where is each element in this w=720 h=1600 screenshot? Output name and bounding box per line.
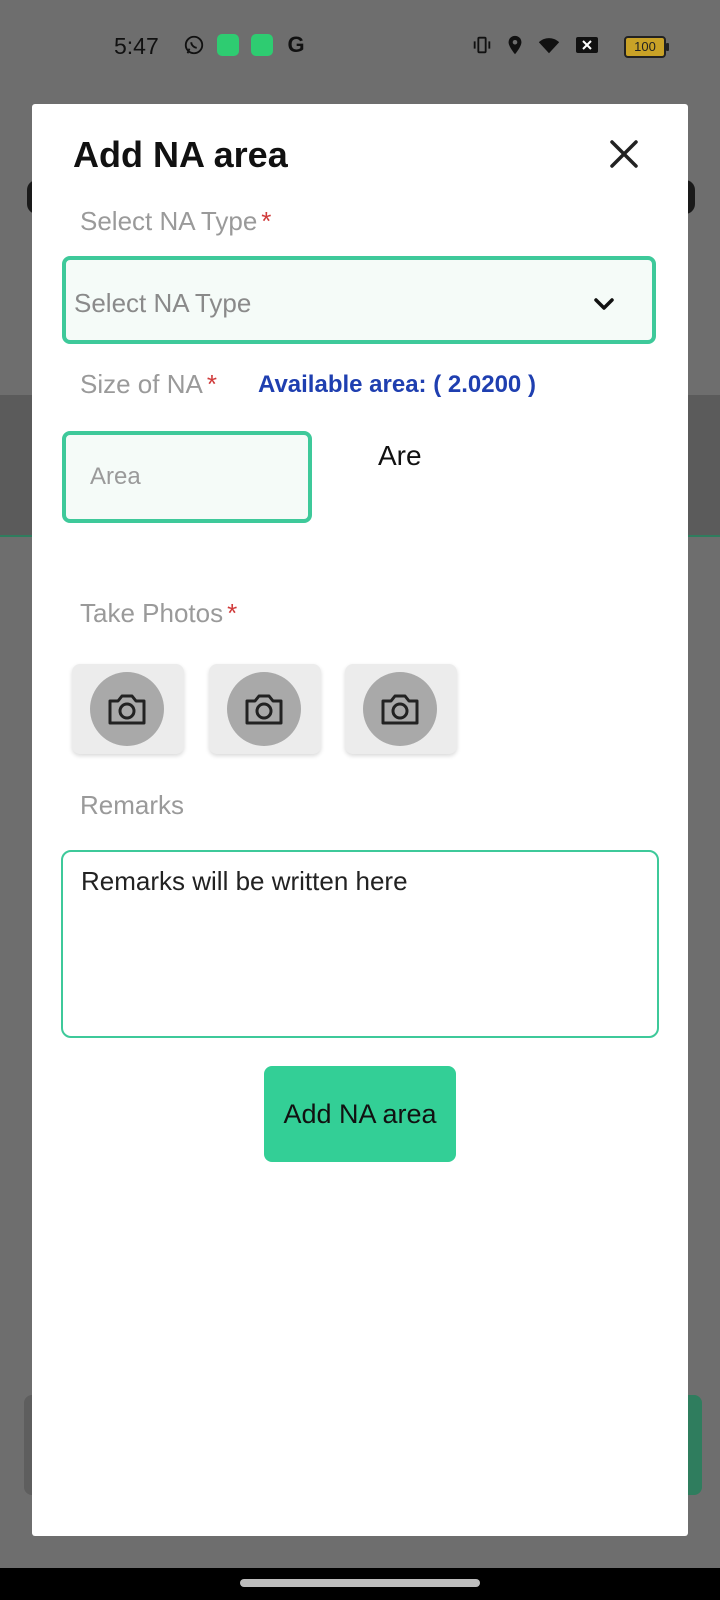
camera-icon — [363, 672, 437, 746]
na-type-label: Select NA Type * — [80, 206, 272, 236]
vibrate-icon — [470, 33, 494, 57]
navigation-bar — [0, 1568, 720, 1600]
whatsapp-icon — [182, 33, 206, 57]
status-bar: 5:47 G 100 — [0, 0, 720, 92]
add-na-area-button[interactable]: Add NA area — [264, 1066, 456, 1162]
size-label: Size of NA * — [80, 369, 217, 399]
home-indicator[interactable] — [240, 1579, 480, 1587]
na-type-select-placeholder: Select NA Type — [74, 288, 252, 318]
required-mark: * — [261, 206, 272, 236]
dialog-title: Add NA area — [73, 134, 288, 175]
required-mark: * — [206, 369, 217, 399]
photos-label: Take Photos * — [80, 598, 238, 628]
no-sim-icon — [575, 33, 599, 57]
camera-icon — [90, 672, 164, 746]
app-icon — [216, 33, 240, 57]
google-icon: G — [287, 32, 305, 57]
required-mark: * — [227, 598, 238, 628]
remarks-label: Remarks — [80, 790, 185, 820]
take-photo-button-2[interactable] — [209, 664, 321, 754]
battery-icon: 100 — [624, 36, 669, 58]
app-icon — [250, 33, 274, 57]
na-type-select[interactable]: Select NA Type — [62, 256, 656, 344]
camera-icon — [227, 672, 301, 746]
close-icon[interactable] — [604, 134, 644, 174]
chevron-down-icon — [590, 290, 618, 318]
available-area-text: Available area: ( 2.0200 ) — [258, 371, 536, 398]
add-na-area-dialog: Add NA area Select NA Type * Select NA Ty… — [32, 104, 688, 1536]
remarks-textarea[interactable] — [61, 850, 659, 1038]
wifi-icon — [537, 33, 561, 57]
location-icon — [503, 33, 527, 57]
status-time: 5:47 — [114, 33, 159, 59]
area-unit-label: Are — [378, 440, 422, 471]
area-input[interactable] — [62, 431, 312, 523]
take-photo-button-1[interactable] — [72, 664, 184, 754]
take-photo-button-3[interactable] — [345, 664, 457, 754]
